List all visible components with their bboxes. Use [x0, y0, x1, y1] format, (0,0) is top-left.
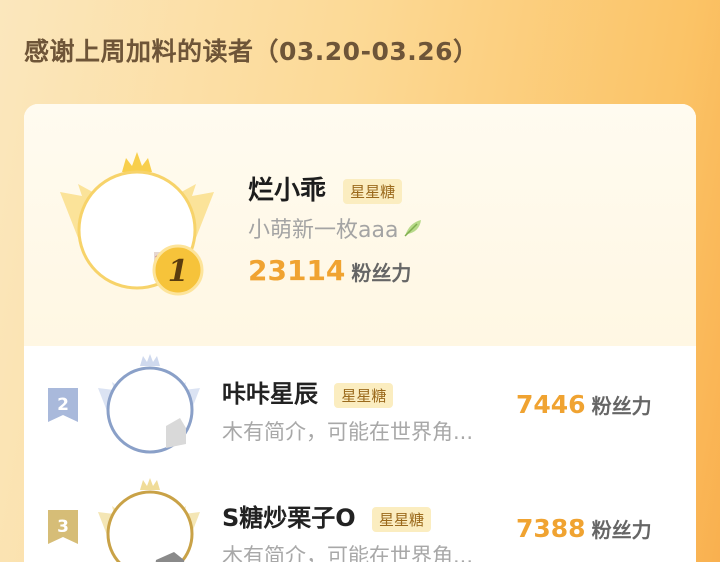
rank-2-flag-icon: 2 [48, 388, 78, 422]
rank-2-avatar[interactable] [94, 352, 204, 462]
reader-score-value: 7446 [516, 390, 586, 419]
reader-bio: 木有简介，可能在世界角... [222, 544, 474, 562]
leaf-icon [402, 217, 424, 245]
bronze-wreath-frame-icon [98, 478, 200, 562]
reader-score: 7446 粉丝力 [516, 390, 652, 419]
score-unit: 粉丝力 [591, 518, 652, 542]
rank-2-number: 2 [57, 395, 69, 415]
rank-1-number: 1 [168, 254, 189, 289]
reader-score-value: 7388 [516, 514, 586, 543]
rank-1-avatar[interactable]: 1 [52, 144, 222, 304]
badge-star-candy: 星星糖 [372, 506, 432, 532]
page-title: 感谢上周加料的读者（03.20-03.26） [24, 37, 479, 66]
top-reader-name-text[interactable]: 烂小乖 [248, 176, 326, 206]
badge-star-candy: 星星糖 [343, 179, 403, 204]
leaderboard-card: 1 烂小乖 星星糖 小萌新一枚aaa 23114 粉丝力 2 咔咔星辰 星星糖 … [24, 104, 696, 562]
score-unit: 粉丝力 [591, 394, 652, 418]
silver-wreath-frame-icon [98, 354, 200, 454]
reader-name[interactable]: 咔咔星辰 星星糖 [222, 374, 394, 409]
list-item[interactable]: 3 S糖炒栗子O 星星糖 木有简介，可能在世界角... 7388 粉丝力 [24, 470, 696, 562]
reader-name[interactable]: S糖炒栗子O 星星糖 [222, 498, 432, 533]
top-reader-bio: 小萌新一枚aaa [248, 212, 424, 245]
top-reader-bio-text: 小萌新一枚aaa [248, 218, 399, 243]
score-unit: 粉丝力 [351, 261, 412, 285]
reader-name-text[interactable]: S糖炒栗子O [222, 504, 356, 532]
top-reader-score-value: 23114 [248, 254, 346, 287]
list-item[interactable]: 2 咔咔星辰 星星糖 木有简介，可能在世界角... 7446 粉丝力 [24, 346, 696, 466]
rank-3-avatar[interactable] [94, 476, 204, 562]
top-reader-score: 23114 粉丝力 [248, 254, 411, 287]
reader-score: 7388 粉丝力 [516, 514, 652, 543]
top-reader-panel[interactable]: 1 烂小乖 星星糖 小萌新一枚aaa 23114 粉丝力 [24, 104, 696, 346]
rank-3-number: 3 [57, 517, 69, 537]
badge-star-candy: 星星糖 [334, 382, 394, 408]
gold-wreath-frame-icon: 1 [60, 152, 214, 296]
reader-bio: 木有简介，可能在世界角... [222, 420, 474, 444]
rank-3-flag-icon: 3 [48, 510, 78, 544]
reader-name-text[interactable]: 咔咔星辰 [222, 380, 318, 408]
top-reader-name[interactable]: 烂小乖 星星糖 [248, 170, 403, 207]
